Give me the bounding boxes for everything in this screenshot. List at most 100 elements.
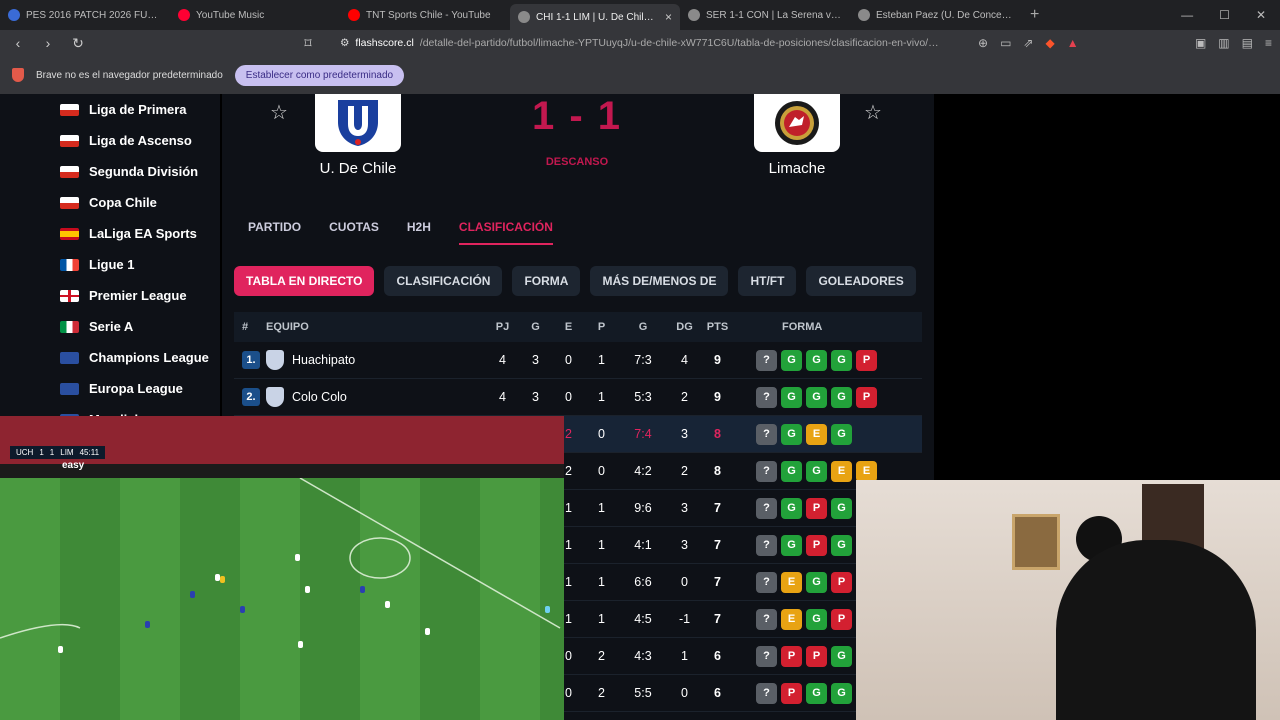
form-badge[interactable]: G: [831, 497, 852, 519]
wallet-icon[interactable]: ▣: [1195, 36, 1206, 50]
zoom-icon[interactable]: ⊕: [978, 36, 988, 50]
favorite-home-star-icon[interactable]: ☆: [270, 100, 288, 125]
form-badge[interactable]: G: [806, 608, 827, 630]
form-badge[interactable]: P: [806, 497, 827, 519]
form-badge[interactable]: G: [781, 497, 802, 519]
standings-subtab[interactable]: HT/FT: [738, 266, 797, 296]
form-badge[interactable]: P: [831, 571, 852, 593]
header-e[interactable]: E: [552, 321, 585, 333]
form-badge[interactable]: G: [781, 534, 802, 556]
brave-rewards-icon[interactable]: ▲: [1067, 36, 1079, 50]
form-badge[interactable]: ?: [756, 460, 777, 482]
sidebar-toggle-icon[interactable]: ▥: [1218, 36, 1229, 50]
maximize-icon[interactable]: ☐: [1219, 8, 1230, 22]
sidebar-league-item[interactable]: Europa League: [0, 373, 220, 404]
close-window-icon[interactable]: ✕: [1256, 8, 1266, 22]
standings-subtab[interactable]: TABLA EN DIRECTO: [234, 266, 375, 296]
sidebar-league-item[interactable]: Copa Chile: [0, 187, 220, 218]
brave-shields-icon[interactable]: ◆: [1045, 36, 1054, 50]
minimize-icon[interactable]: —: [1181, 8, 1193, 22]
table-row[interactable]: 1. Huachipato 4 3 0 1 7:3 4 9? G G G P: [234, 342, 922, 379]
browser-tab[interactable]: TNT Sports Chile - YouTube: [340, 0, 510, 30]
form-badge[interactable]: P: [781, 645, 802, 667]
match-tab[interactable]: H2H: [407, 220, 431, 245]
form-badge[interactable]: E: [831, 460, 852, 482]
form-badge[interactable]: G: [781, 386, 802, 408]
form-badge[interactable]: P: [856, 349, 877, 371]
favorite-away-star-icon[interactable]: ☆: [864, 100, 882, 125]
form-badge[interactable]: P: [781, 682, 802, 704]
form-badge[interactable]: ?: [756, 349, 777, 371]
form-badge[interactable]: ?: [756, 386, 777, 408]
table-row[interactable]: 2. Colo Colo 4 3 0 1 5:3 2 9? G G G P: [234, 379, 922, 416]
form-badge[interactable]: G: [831, 349, 852, 371]
form-badge[interactable]: G: [831, 534, 852, 556]
sidebar-league-item[interactable]: Serie A: [0, 311, 220, 342]
forward-icon[interactable]: ›: [38, 35, 58, 51]
form-badge[interactable]: G: [831, 423, 852, 445]
browser-tab[interactable]: SER 1-1 CON | La Serena vs U. De C: [680, 0, 850, 30]
match-tab[interactable]: PARTIDO: [248, 220, 301, 245]
tab-close-icon[interactable]: ×: [665, 10, 672, 24]
form-badge[interactable]: ?: [756, 534, 777, 556]
form-badge[interactable]: G: [831, 682, 852, 704]
form-badge[interactable]: ?: [756, 682, 777, 704]
form-badge[interactable]: ?: [756, 608, 777, 630]
row-team[interactable]: Colo Colo: [266, 387, 486, 407]
form-badge[interactable]: G: [806, 682, 827, 704]
header-rank[interactable]: #: [234, 321, 266, 333]
header-pts[interactable]: PTS: [701, 321, 734, 333]
form-badge[interactable]: G: [806, 460, 827, 482]
standings-subtab[interactable]: MÁS DE/MENOS DE: [590, 266, 729, 296]
sidebar-league-item[interactable]: Liga de Ascenso: [0, 125, 220, 156]
sidebar-league-item[interactable]: Ligue 1: [0, 249, 220, 280]
home-team[interactable]: U. De Chile: [303, 94, 413, 177]
back-icon[interactable]: ‹: [8, 35, 28, 51]
reload-icon[interactable]: ↻: [68, 35, 88, 52]
browser-tab[interactable]: PES 2016 PATCH 2026 FULL UPDATE: [0, 0, 170, 30]
form-badge[interactable]: ?: [756, 423, 777, 445]
form-badge[interactable]: G: [831, 645, 852, 667]
match-tab[interactable]: CUOTAS: [329, 220, 379, 245]
site-settings-icon[interactable]: ⚙: [340, 37, 349, 49]
standings-subtab[interactable]: GOLEADORES: [806, 266, 916, 296]
sidebar-league-item[interactable]: Premier League: [0, 280, 220, 311]
url-field[interactable]: ⚙ flashscore.cl/detalle-del-partido/futb…: [328, 37, 968, 49]
cast-icon[interactable]: ▭: [1000, 36, 1011, 50]
standings-subtab[interactable]: CLASIFICACIÓN: [384, 266, 503, 296]
sidebar-league-item[interactable]: Champions League: [0, 342, 220, 373]
form-badge[interactable]: G: [806, 571, 827, 593]
form-badge[interactable]: E: [781, 571, 802, 593]
header-dg[interactable]: DG: [668, 321, 701, 333]
video-overlay[interactable]: UCH 1 1 LIM 45:11 easy: [0, 416, 564, 720]
form-badge[interactable]: P: [806, 645, 827, 667]
set-default-button[interactable]: Establecer como predeterminado: [234, 64, 405, 86]
browser-tab[interactable]: YouTube Music: [170, 0, 340, 30]
form-badge[interactable]: G: [806, 386, 827, 408]
bookmark-icon[interactable]: ⌑: [298, 35, 318, 52]
form-badge[interactable]: G: [781, 349, 802, 371]
sidebar-league-item[interactable]: Mundial: [0, 404, 220, 416]
header-g[interactable]: G: [519, 321, 552, 333]
form-badge[interactable]: ?: [756, 497, 777, 519]
form-badge[interactable]: ?: [756, 571, 777, 593]
browser-tab[interactable]: Esteban Paez (U. De Concepción) - P: [850, 0, 1020, 30]
share-icon[interactable]: ⇗: [1023, 36, 1033, 50]
menu-icon[interactable]: ≡: [1265, 36, 1272, 50]
form-badge[interactable]: G: [831, 386, 852, 408]
form-badge[interactable]: P: [856, 386, 877, 408]
standings-subtab[interactable]: FORMA: [512, 266, 581, 296]
leo-icon[interactable]: ▤: [1242, 36, 1253, 50]
form-badge[interactable]: P: [831, 608, 852, 630]
header-pj[interactable]: PJ: [486, 321, 519, 333]
form-badge[interactable]: G: [781, 460, 802, 482]
form-badge[interactable]: G: [806, 349, 827, 371]
sidebar-league-item[interactable]: Liga de Primera: [0, 94, 220, 125]
match-tab[interactable]: CLASIFICACIÓN: [458, 220, 553, 245]
sidebar-league-item[interactable]: LaLiga EA Sports: [0, 218, 220, 249]
row-team[interactable]: Huachipato: [266, 350, 486, 370]
form-badge[interactable]: ?: [756, 645, 777, 667]
form-badge[interactable]: E: [781, 608, 802, 630]
header-goals[interactable]: G: [618, 321, 668, 333]
away-team[interactable]: Limache: [742, 94, 852, 177]
